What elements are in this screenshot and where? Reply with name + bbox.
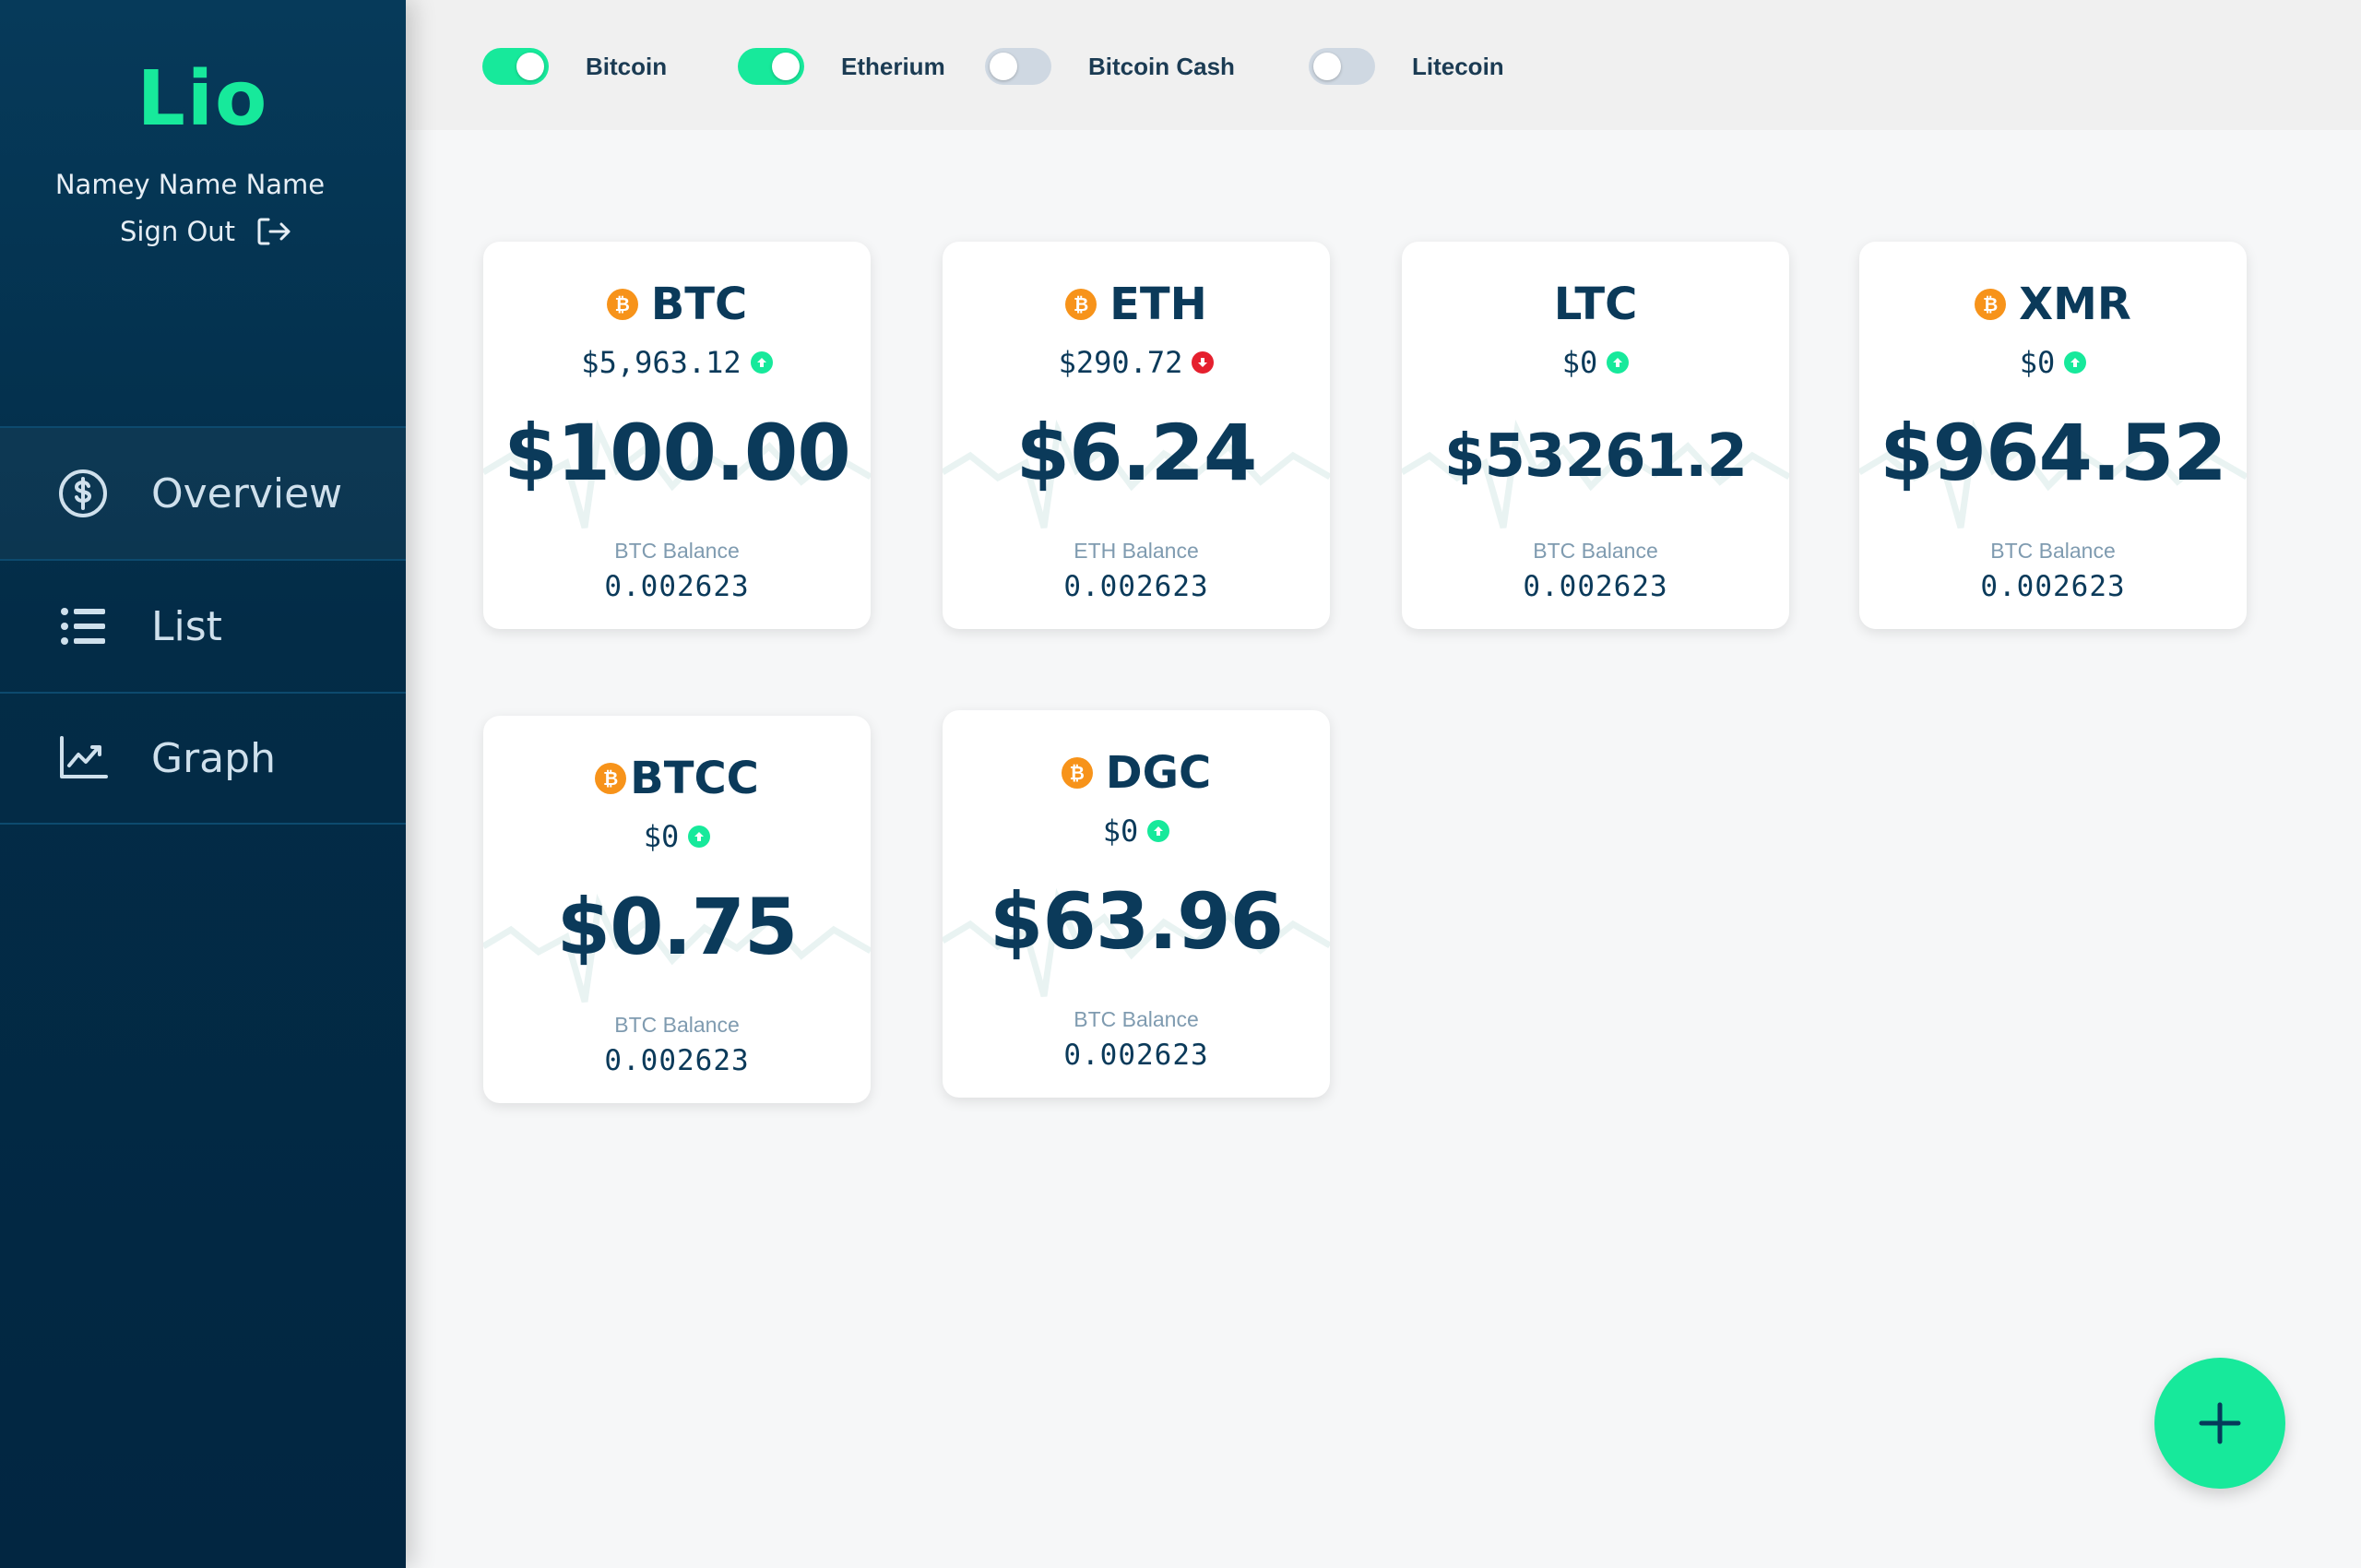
coin-symbol: BTC (650, 279, 748, 330)
balance-value: 0.002623 (604, 1044, 750, 1077)
holding-value: $0.75 (556, 882, 799, 972)
coin-price: $5,963.12 (581, 345, 742, 380)
sidebar-item-overview[interactable]: Overview (0, 426, 406, 559)
chart-line-icon (60, 736, 108, 778)
toggle-switch[interactable] (1309, 48, 1375, 85)
list-icon (61, 608, 105, 645)
coin-card-ltc[interactable]: LTC $0 $53261.2 BTC Balance 0.002623 (1402, 242, 1789, 629)
coin-card-xmr[interactable]: ₿ XMR $0 $964.52 BTC Balance 0.002623 (1859, 242, 2247, 629)
balance-value: 0.002623 (1063, 1039, 1209, 1072)
coin-card-eth[interactable]: ₿ ETH $290.72 $6.24 ETH Balance 0.002623 (943, 242, 1330, 629)
arrow-up-icon (1607, 351, 1630, 374)
toggle-label: Etherium (841, 52, 945, 80)
coin-icon: ₿ (1065, 289, 1097, 320)
balance-value: 0.002623 (604, 570, 750, 603)
sidebar-item-graph[interactable]: Graph (0, 692, 406, 825)
coin-icon: ₿ (1061, 757, 1093, 789)
balance-label: BTC Balance (1533, 539, 1658, 563)
coin-symbol: BTCC (630, 753, 759, 804)
arrow-up-icon (688, 826, 711, 848)
sidebar-item-list[interactable]: List (0, 559, 406, 692)
toggle-switch[interactable] (985, 48, 1051, 85)
coin-price: $0 (2019, 345, 2056, 380)
toggle-switch[interactable] (482, 48, 549, 85)
holding-value: $964.52 (1880, 408, 2227, 498)
coin-price: $0 (1102, 814, 1139, 849)
arrow-up-icon (2064, 351, 2087, 374)
dollar-circle-icon (59, 469, 107, 517)
holding-value: $100.00 (504, 408, 851, 498)
sidebar-item-label: Overview (151, 469, 343, 517)
sign-out-icon (257, 218, 291, 245)
arrow-down-icon (1192, 351, 1215, 374)
coin-icon: ₿ (606, 289, 638, 320)
coin-symbol: XMR (2019, 279, 2131, 330)
sidebar-item-label: Graph (151, 734, 276, 782)
balance-value: 0.002623 (1523, 570, 1668, 603)
toggle-bitcoin[interactable]: Bitcoin (482, 48, 667, 85)
arrow-up-icon (750, 351, 773, 374)
coin-icon: ₿ (1975, 289, 2007, 320)
sidebar-nav: Overview List Graph (0, 426, 406, 825)
balance-label: BTC Balance (614, 1013, 740, 1037)
sidebar-item-label: List (151, 602, 222, 650)
coin-icon: ₿ (595, 763, 627, 794)
sign-out-button[interactable]: Sign Out (120, 216, 292, 247)
holding-value: $63.96 (989, 876, 1284, 967)
coin-card-dgc[interactable]: ₿ DGC $0 $63.96 BTC Balance 0.002623 (943, 710, 1330, 1098)
balance-label: BTC Balance (1990, 539, 2116, 563)
toggle-litecoin[interactable]: Litecoin (1309, 48, 1504, 85)
brand-logo: Lio (136, 55, 269, 143)
toggle-bitcoin-cash[interactable]: Bitcoin Cash (985, 48, 1235, 85)
currency-toggle-bar: Bitcoin Etherium Bitcoin Cash Litecoin (406, 0, 2361, 130)
toggle-label: Bitcoin Cash (1088, 52, 1235, 80)
plus-icon (2199, 1402, 2241, 1444)
balance-label: BTC Balance (1074, 1007, 1199, 1031)
user-name: Namey Name Name (54, 169, 326, 200)
coin-symbol: DGC (1105, 747, 1212, 799)
holding-value: $6.24 (1015, 408, 1258, 498)
balance-label: ETH Balance (1074, 539, 1199, 563)
coin-price: $290.72 (1058, 345, 1183, 380)
toggle-label: Litecoin (1412, 52, 1504, 80)
sign-out-label: Sign Out (120, 216, 236, 247)
balance-value: 0.002623 (1980, 570, 2126, 603)
coin-price: $0 (1561, 345, 1598, 380)
arrow-up-icon (1147, 820, 1170, 842)
holding-value: $53261.2 (1443, 422, 1748, 491)
add-coin-button[interactable] (2154, 1358, 2285, 1489)
coin-card-btcc[interactable]: ₿ BTCC $0 $0.75 BTC Balance 0.002623 (483, 716, 871, 1103)
toggle-etherium[interactable]: Etherium (738, 48, 945, 85)
balance-value: 0.002623 (1063, 570, 1209, 603)
toggle-switch[interactable] (738, 48, 804, 85)
coin-symbol: ETH (1109, 279, 1207, 330)
balance-label: BTC Balance (614, 539, 740, 563)
toggle-label: Bitcoin (586, 52, 668, 80)
coin-card-btc[interactable]: ₿ BTC $5,963.12 $100.00 BTC Balance 0.00… (483, 242, 871, 629)
coin-price: $0 (643, 819, 680, 854)
coin-symbol: LTC (1553, 279, 1638, 330)
sidebar: Lio Namey Name Name Sign Out Overview Li… (0, 0, 406, 1568)
